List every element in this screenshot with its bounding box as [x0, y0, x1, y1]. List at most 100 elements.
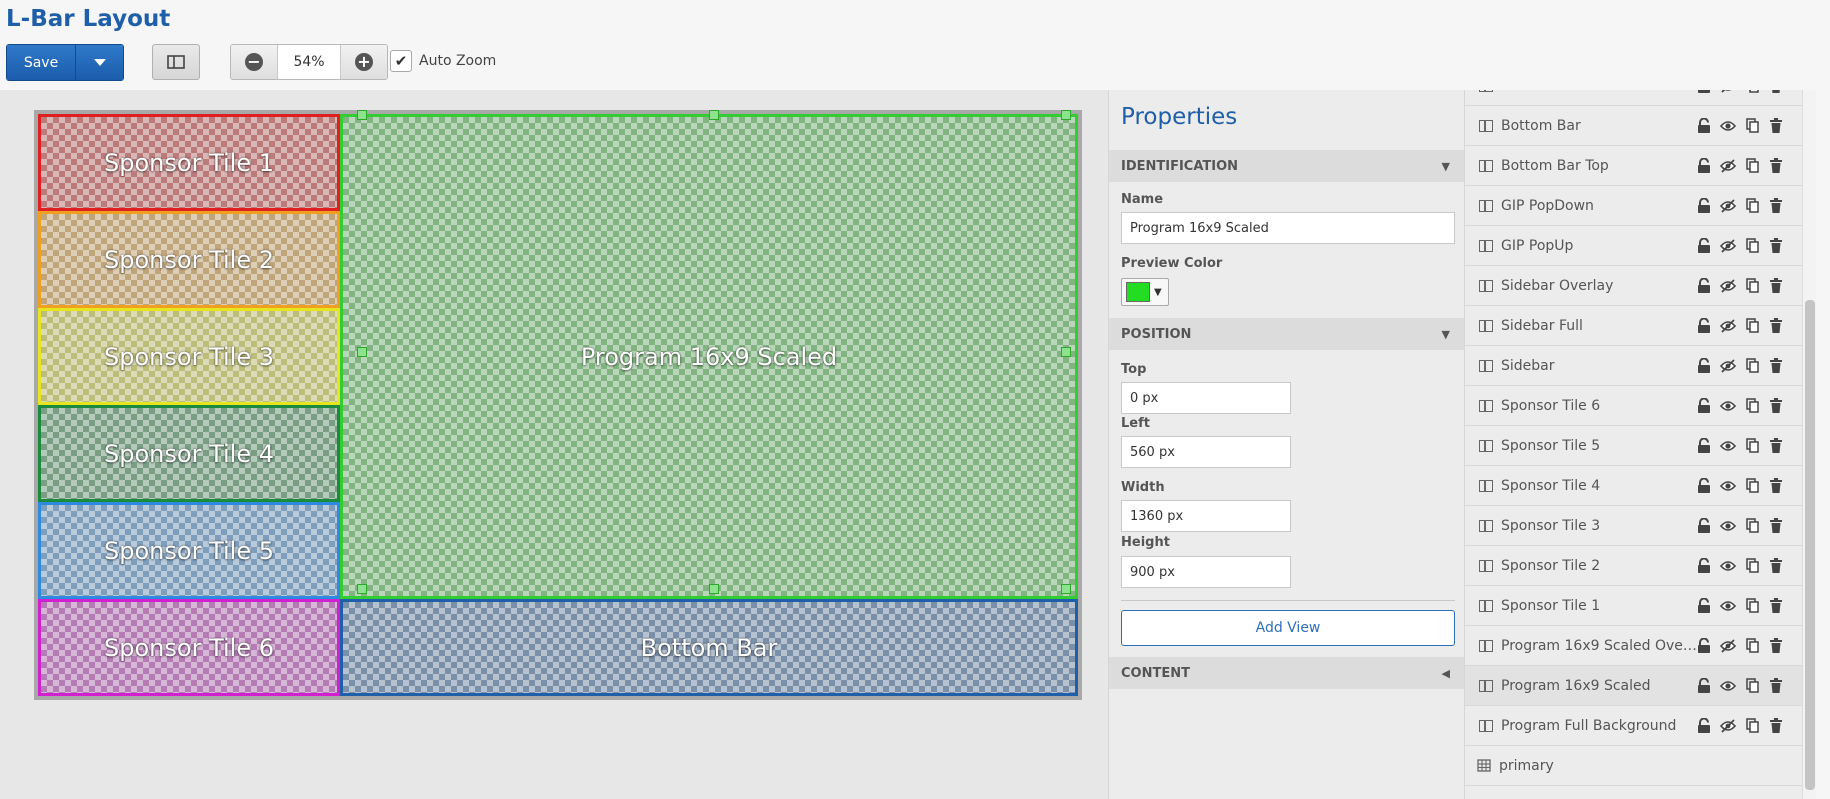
duplicate-button[interactable] — [1744, 358, 1760, 374]
view-row[interactable]: primary — [1465, 746, 1802, 786]
lock-button[interactable] — [1696, 117, 1712, 134]
duplicate-button[interactable] — [1744, 398, 1760, 414]
view-row[interactable]: Bottom Bar MOE — [1465, 90, 1802, 106]
lock-button[interactable] — [1696, 277, 1712, 294]
view-row[interactable]: GIP PopUp — [1465, 226, 1802, 266]
lock-button[interactable] — [1696, 157, 1712, 174]
view-row[interactable]: Sponsor Tile 1 — [1465, 586, 1802, 626]
add-view-button[interactable]: Add View — [1121, 610, 1455, 646]
duplicate-button[interactable] — [1744, 198, 1760, 214]
view-row[interactable]: Program 16x9 Scaled Overl... — [1465, 626, 1802, 666]
resize-handle-br[interactable] — [1061, 584, 1071, 594]
duplicate-button[interactable] — [1744, 718, 1760, 734]
lock-button[interactable] — [1696, 397, 1712, 414]
zoom-in-button[interactable]: + — [341, 45, 387, 79]
zoom-value-input[interactable]: 54% — [277, 45, 341, 79]
layout-toggle-button[interactable] — [152, 44, 200, 80]
duplicate-button[interactable] — [1744, 158, 1760, 174]
visibility-toggle[interactable] — [1720, 238, 1736, 254]
visibility-toggle[interactable] — [1720, 478, 1736, 494]
visibility-toggle[interactable] — [1720, 358, 1736, 374]
duplicate-button[interactable] — [1744, 438, 1760, 454]
canvas-region-8[interactable]: Bottom Bar — [340, 599, 1078, 696]
delete-button[interactable] — [1768, 518, 1784, 534]
lock-button[interactable] — [1696, 557, 1712, 574]
delete-button[interactable] — [1768, 638, 1784, 654]
duplicate-button[interactable] — [1744, 318, 1760, 334]
delete-button[interactable] — [1768, 158, 1784, 174]
resize-handle-tr[interactable] — [1061, 110, 1071, 120]
visibility-toggle[interactable] — [1720, 198, 1736, 214]
canvas-region-4[interactable]: Sponsor Tile 4 — [38, 405, 340, 502]
view-row[interactable]: Sidebar Full — [1465, 306, 1802, 346]
visibility-toggle[interactable] — [1720, 678, 1736, 694]
view-row[interactable]: Program 16x9 Scaled — [1465, 666, 1802, 706]
zoom-out-button[interactable]: − — [231, 45, 277, 79]
save-button[interactable]: Save — [7, 45, 76, 80]
lock-button[interactable] — [1696, 637, 1712, 654]
preview-color-picker[interactable]: ▼ — [1121, 278, 1169, 306]
resize-handle-bc[interactable] — [709, 584, 719, 594]
visibility-toggle[interactable] — [1720, 318, 1736, 334]
lock-button[interactable] — [1696, 597, 1712, 614]
view-row[interactable]: Program Full Background — [1465, 706, 1802, 746]
view-row[interactable]: Bottom Bar Top — [1465, 146, 1802, 186]
duplicate-button[interactable] — [1744, 118, 1760, 134]
visibility-toggle[interactable] — [1720, 638, 1736, 654]
resize-handle-mr[interactable] — [1061, 347, 1071, 357]
delete-button[interactable] — [1768, 718, 1784, 734]
view-row[interactable]: Sponsor Tile 5 — [1465, 426, 1802, 466]
delete-button[interactable] — [1768, 398, 1784, 414]
save-dropdown-button[interactable] — [76, 45, 123, 80]
lock-button[interactable] — [1696, 717, 1712, 734]
canvas-region-3[interactable]: Sponsor Tile 3 — [38, 308, 340, 405]
top-field[interactable]: 0 px — [1121, 382, 1291, 414]
content-section-header[interactable]: CONTENT ◀ — [1109, 657, 1464, 689]
view-row[interactable]: Sidebar Overlay — [1465, 266, 1802, 306]
views-scrollbar[interactable] — [1802, 90, 1816, 799]
visibility-toggle[interactable] — [1720, 598, 1736, 614]
width-field[interactable]: 1360 px — [1121, 500, 1291, 532]
delete-button[interactable] — [1768, 598, 1784, 614]
lock-button[interactable] — [1696, 477, 1712, 494]
layout-canvas[interactable]: Sponsor Tile 1 Sponsor Tile 2 Sponsor Tile… — [0, 90, 1108, 799]
resize-handle-tc[interactable] — [709, 110, 719, 120]
left-field[interactable]: 560 px — [1121, 436, 1291, 468]
lock-button[interactable] — [1696, 357, 1712, 374]
height-field[interactable]: 900 px — [1121, 556, 1291, 588]
delete-button[interactable] — [1768, 238, 1784, 254]
visibility-toggle[interactable] — [1720, 398, 1736, 414]
position-section-header[interactable]: POSITION ▼ — [1109, 318, 1464, 350]
delete-button[interactable] — [1768, 90, 1784, 94]
view-row[interactable]: Sponsor Tile 6 — [1465, 386, 1802, 426]
lock-button[interactable] — [1696, 317, 1712, 334]
duplicate-button[interactable] — [1744, 598, 1760, 614]
name-field[interactable]: Program 16x9 Scaled — [1121, 212, 1455, 244]
auto-zoom-checkbox[interactable]: ✔ — [390, 50, 412, 72]
delete-button[interactable] — [1768, 118, 1784, 134]
view-row[interactable]: Bottom Bar — [1465, 106, 1802, 146]
duplicate-button[interactable] — [1744, 478, 1760, 494]
identification-section-header[interactable]: IDENTIFICATION ▼ — [1109, 150, 1464, 182]
lock-button[interactable] — [1696, 437, 1712, 454]
view-row[interactable]: Sidebar — [1465, 346, 1802, 386]
lock-button[interactable] — [1696, 237, 1712, 254]
visibility-toggle[interactable] — [1720, 518, 1736, 534]
view-row[interactable]: Sponsor Tile 3 — [1465, 506, 1802, 546]
visibility-toggle[interactable] — [1720, 278, 1736, 294]
visibility-toggle[interactable] — [1720, 90, 1736, 94]
lock-button[interactable] — [1696, 517, 1712, 534]
visibility-toggle[interactable] — [1720, 438, 1736, 454]
resize-handle-bl[interactable] — [357, 584, 367, 594]
duplicate-button[interactable] — [1744, 518, 1760, 534]
delete-button[interactable] — [1768, 678, 1784, 694]
view-row[interactable]: GIP PopDown — [1465, 186, 1802, 226]
duplicate-button[interactable] — [1744, 558, 1760, 574]
delete-button[interactable] — [1768, 318, 1784, 334]
visibility-toggle[interactable] — [1720, 158, 1736, 174]
visibility-toggle[interactable] — [1720, 718, 1736, 734]
scroll-thumb[interactable] — [1805, 300, 1815, 790]
visibility-toggle[interactable] — [1720, 558, 1736, 574]
canvas-region-1[interactable]: Sponsor Tile 1 — [38, 114, 340, 211]
delete-button[interactable] — [1768, 558, 1784, 574]
